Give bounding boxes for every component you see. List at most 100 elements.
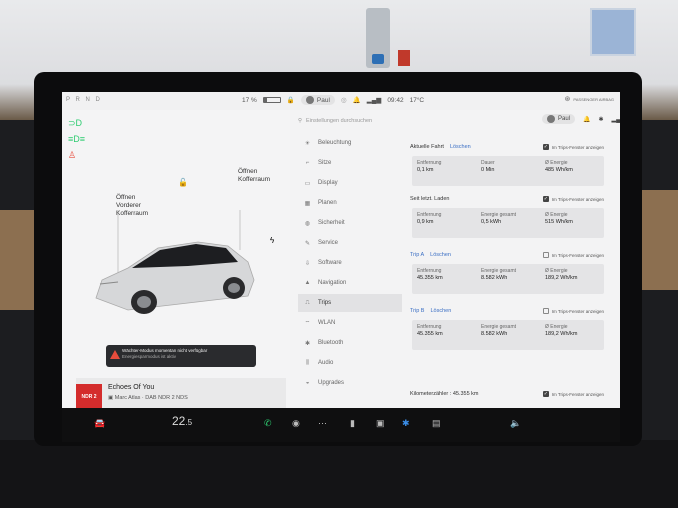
trips-profile-name: Paul [558,116,571,122]
show-in-trips-checkbox[interactable]: Im Trips-Fenster anzeigen [542,252,604,258]
menu-item-audio[interactable]: ⫼ Audio [298,354,402,372]
reset-trip-link[interactable]: Löschen [450,144,471,150]
trip-title-text: Seit letzt. Laden [410,196,450,202]
gear-indicator: P R N D [66,97,102,103]
car-lock-icon[interactable]: 🔓 [178,178,188,187]
warning-icon [110,350,120,359]
seatbelt-warning-icon: ♙ [68,150,77,160]
trips-panel: Paul 🔔 ✱ ▂▄ ⌔ Aktuelle Fahrt Löschen Im Tr… [402,110,620,408]
phone-icon[interactable]: ✆ [264,418,272,429]
menu-item-wlan[interactable]: ⌔ WLAN [298,314,402,332]
trip-stat-value: 515 Wh/km [545,219,573,225]
volume-icon[interactable]: 🔈 [510,418,521,429]
trip-stat-value: 8.582 kWh [481,331,508,337]
menu-item-bluetooth[interactable]: ✱ Bluetooth [298,334,402,352]
airbag-text: PASSENGER AIRBAG [573,96,614,102]
audio-icon: ⫼ [306,359,309,366]
profile-button[interactable]: Paul [300,95,335,105]
show-in-trips-checkbox[interactable]: Im Trips-Fenster anzeigen [542,144,604,150]
trip-stat-label: Energie gesamt [481,212,517,218]
background-wallbox [366,8,390,68]
odometer-checkbox-label: Im Trips-Fenster anzeigen [551,391,604,397]
reset-trip-link[interactable]: Löschen [430,308,451,314]
bluetooth-icon: ✱ [304,340,311,347]
checkbox-label: Im Trips-Fenster anzeigen [551,144,604,150]
trip-stat: Energie gesamt 8.582 kWh [476,320,540,350]
shield-icon: ◍ [304,220,311,227]
menu-item-display[interactable]: ▭ Display [298,174,402,192]
alert-subtitle: Energiesparmodus ist aktiv [122,354,177,359]
app-icon-3[interactable]: ▤ [432,418,441,429]
menu-item-planen[interactable]: ▦ Planen [298,194,402,212]
bluetooth-app-icon[interactable]: ✱ [402,418,410,429]
trunk-open-button[interactable]: Öffnen Kofferraum [238,168,270,184]
show-in-trips-checkbox[interactable]: Im Trips-Fenster anzeigen [542,308,604,314]
track-title: Echoes Of You [108,384,155,391]
sentry-icon[interactable]: ◎ [341,96,347,104]
trip-stats-card: Entfernung 0,1 km Dauer 0 Min Ø Energie 485 W… [412,156,604,186]
trip-stat-label: Entfernung [417,160,442,166]
checkbox-icon [542,144,549,150]
settings-search-input[interactable]: ⚲ Einstellungen durchsuchen [298,114,398,128]
settings-menu: ⚲ Einstellungen durchsuchen ☀ Beleuchtung… [290,110,402,408]
checkbox-label: Im Trips-Fenster anzeigen [551,196,604,202]
trip-stat-value: 0,9 km [417,219,434,225]
checkbox-icon [542,252,549,258]
camera-icon[interactable]: ◉ [292,418,300,429]
bell-icon[interactable]: 🔔 [583,116,590,123]
trip-stat-label: Dauer [481,160,495,166]
car-icon[interactable]: 🚘 [94,418,105,429]
dashboard-wood-right [638,190,678,290]
dashboard-bottom [0,440,678,508]
trips-profile-button[interactable]: Paul [542,114,576,124]
trip-stat-label: Entfernung [417,268,442,274]
reset-trip-link[interactable]: Löschen [430,252,451,258]
show-in-trips-checkbox[interactable]: Im Trips-Fenster anzeigen [542,196,604,202]
lte-icon: ▂▄ [611,116,620,123]
trip-stat: Ø Energie 515 Wh/km [540,208,604,238]
trip-stat-label: Ø Energie [545,324,568,330]
menu-item-label: WLAN [318,320,336,326]
menu-item-upgrades[interactable]: ◒ Upgrades [298,374,402,392]
trip-title-text: Trip B [410,308,425,314]
app-icon-1[interactable]: ▮ [350,418,355,429]
dots-icon[interactable]: ⋯ [318,418,327,429]
app-icon-2[interactable]: ▣ [376,418,385,429]
wifi-icon: ⌔ [304,321,311,327]
odometer-checkbox[interactable]: Im Trips-Fenster anzeigen [542,391,604,397]
trip-title-text: Aktuelle Fahrt [410,144,444,150]
trip-stat: Energie gesamt 0,5 kWh [476,208,540,238]
trip-section-title: Aktuelle Fahrt Löschen [410,144,471,150]
lock-icon[interactable]: 🔒 [287,96,295,104]
menu-item-trips[interactable]: ⎍ Trips [298,294,402,312]
odometer-value: 45.355 km [452,391,479,397]
outside-temp: 17°C [409,96,425,104]
calendar-icon: ▦ [304,200,311,207]
display-icon: ▭ [304,180,311,187]
menu-item-label: Sitze [318,160,332,166]
trip-stat: Entfernung 0,1 km [412,156,476,186]
profile-name: Paul [316,96,330,104]
radio-icon: ▣ [108,395,115,401]
charge-port-icon[interactable]: ϟ [270,236,274,245]
trip-stat: Energie gesamt 8.582 kWh [476,264,540,294]
menu-item-label: Audio [318,360,334,366]
bluetooth-icon[interactable]: ✱ [599,116,604,123]
menu-item-beleuchtung[interactable]: ☀ Beleuchtung [298,134,402,152]
lightbulb-icon: ☀ [304,140,311,147]
menu-item-service[interactable]: ✎ Service [298,234,402,252]
search-icon: ⚲ [298,118,303,124]
cabin-temperature[interactable]: 22.5 [172,414,192,428]
menu-item-label: Software [318,260,342,266]
menu-item-software[interactable]: ⇩ Software [298,254,402,272]
trip-stat-label: Entfernung [417,324,442,330]
bell-icon[interactable]: 🔔 [353,96,361,104]
menu-item-sitze[interactable]: ⌐ Sitze [298,154,402,172]
menu-item-navigation[interactable]: ▲ Navigation [298,274,402,292]
trip-stat-value: 45.355 km [417,275,443,281]
battery-percent: 17 % [242,96,257,104]
menu-item-sicherheit[interactable]: ◍ Sicherheit [298,214,402,232]
trips-icon: ⎍ [305,299,310,306]
trip-stat-value: 485 Wh/km [545,167,573,173]
trip-stat-label: Ø Energie [545,160,568,166]
